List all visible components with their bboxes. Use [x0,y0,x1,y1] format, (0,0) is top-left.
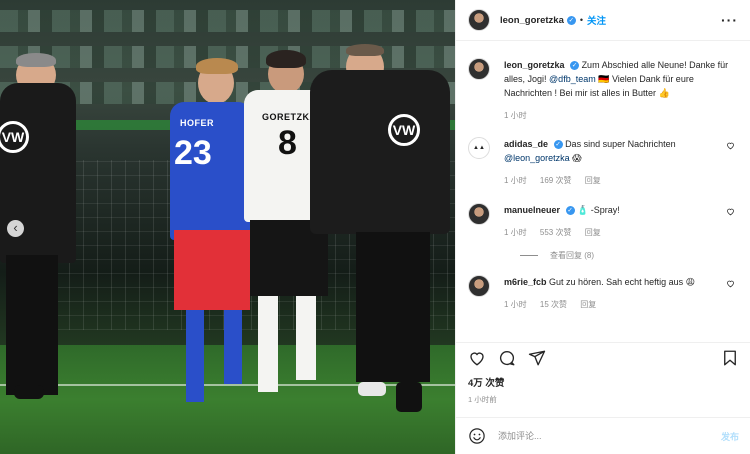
add-comment-bar: 发布 [456,417,750,454]
avatar[interactable] [468,275,490,297]
comments-list: leon_goretzka ✓ Zum Abschied alle Neune!… [456,42,750,342]
view-replies-button[interactable]: 查看回复 (8) [520,250,739,261]
previous-image-button[interactable]: ‹ [7,220,24,237]
comment-likes[interactable]: 553 次赞 [540,228,572,237]
avatar[interactable] [468,9,490,31]
follow-button[interactable]: 关注 [587,13,606,27]
likes-count[interactable]: 4万 次赞 [468,375,504,389]
avatar[interactable] [468,58,490,80]
verified-icon: ✓ [566,15,576,25]
caption-time[interactable]: 1 小时 [504,111,527,120]
caption: leon_goretzka ✓ Zum Abschied alle Neune!… [468,58,739,123]
adidas-logo-icon: ▲▲ [473,145,485,151]
like-comment-heart-icon[interactable] [726,207,735,216]
comment-meta: 1 小时 553 次赞 回复 [504,226,739,240]
verified-icon: ✓ [553,140,563,150]
comment-item: manuelneuer ✓ 🧴 -Spray! 1 小时 553 次赞 回复 [468,203,739,240]
caption-meta: 1 小时 [504,109,739,123]
post-photo: VW HOFER 23 GORETZKA 8 VW ‹ [0,0,455,454]
comment-emoji: 🧴 [577,205,589,215]
comment-username[interactable]: m6rie_fcb [504,277,547,287]
replies-dash [520,255,538,256]
verified-icon: ✓ [570,61,580,71]
comment-time[interactable]: 1 小时 [504,228,527,237]
comment-text: Das sind super Nachrichten [565,139,676,149]
reply-button[interactable]: 回复 [585,228,601,237]
comment-item: m6rie_fcb Gut zu hören. Sah echt heftig … [468,275,739,312]
comment-username[interactable]: adidas_de [504,139,548,149]
like-comment-heart-icon[interactable] [726,279,735,288]
jersey-number: 23 [174,134,212,172]
comment-bubble-icon[interactable] [498,349,516,367]
post-side-panel: leon_goretzka ✓ • 关注 ··· leon_goretzka ✓… [455,0,750,454]
comment-mention[interactable]: @leon_goretzka [504,153,570,163]
post-comment-button[interactable]: 发布 [721,430,739,443]
caption-mention[interactable]: @dfb_team [549,74,596,84]
comment-meta: 1 小时 169 次赞 回复 [504,174,739,188]
caption-username[interactable]: leon_goretzka [504,60,565,70]
bookmark-icon[interactable] [721,349,739,367]
comment-emoji: 😩 [685,277,696,287]
like-heart-icon[interactable] [468,349,486,367]
jersey-number: 8 [278,124,297,162]
emoji-smiley-icon[interactable] [468,427,486,445]
reply-button[interactable]: 回复 [585,176,601,185]
more-horizontal-icon[interactable]: ··· [721,12,738,28]
separator-dot: • [579,15,584,25]
staff-member-right: VW [296,44,455,421]
action-bar [456,342,750,373]
comment-likes[interactable]: 15 次赞 [540,300,567,309]
comment-username[interactable]: manuelneuer [504,205,560,215]
vw-logo: VW [388,114,420,146]
reply-button[interactable]: 回复 [580,300,596,309]
post-header: leon_goretzka ✓ • 关注 ··· [456,0,750,41]
comment-meta: 1 小时 15 次赞 回复 [504,298,739,312]
avatar[interactable]: ▲▲ [468,137,490,159]
comment-text: -Spray! [590,205,620,215]
post-time[interactable]: 1 小时前 [468,394,497,405]
comment-time[interactable]: 1 小时 [504,300,527,309]
share-paper-plane-icon[interactable] [528,349,546,367]
avatar[interactable] [468,203,490,225]
verified-icon: ✓ [565,206,575,216]
comment-emoji: 😱 [572,153,582,163]
comment-text: Gut zu hören. Sah echt heftig aus [549,277,684,287]
comment-input[interactable] [498,431,721,441]
caption-text: leon_goretzka ✓ Zum Abschied alle Neune!… [504,58,739,100]
stadium-seats [0,10,455,32]
comment-item: ▲▲ adidas_de ✓ Das sind super Nachrichte… [468,137,739,188]
header-username[interactable]: leon_goretzka [500,15,564,26]
view-replies-label[interactable]: 查看回复 (8) [550,250,594,261]
jersey-name: HOFER [180,118,214,128]
comment-likes[interactable]: 169 次赞 [540,176,572,185]
like-comment-heart-icon[interactable] [726,141,735,150]
comment-time[interactable]: 1 小时 [504,176,527,185]
